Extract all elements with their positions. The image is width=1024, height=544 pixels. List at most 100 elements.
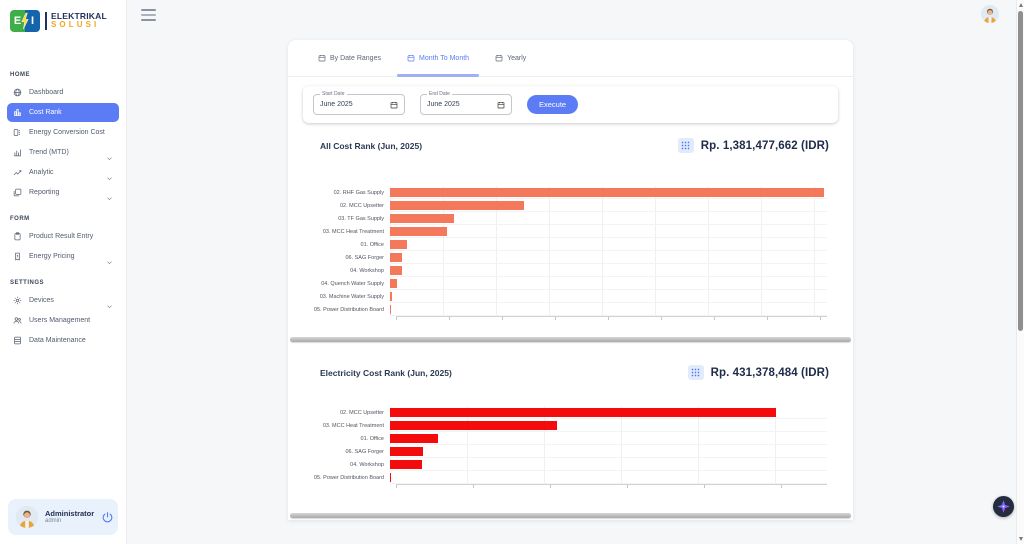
hamburger-menu-icon[interactable] (141, 9, 156, 21)
bar-track (390, 225, 827, 238)
tab-by-date-ranges[interactable]: By Date Ranges (305, 40, 394, 76)
sidebar-item-analytic[interactable]: Analytic (7, 163, 119, 182)
bar-track (390, 432, 827, 445)
bar-track (390, 251, 827, 264)
sidebar-item-cost-rank[interactable]: Cost Rank (7, 103, 119, 122)
chart-row: 06. SAG Forger (303, 251, 827, 264)
bar (390, 188, 824, 197)
user-avatar (16, 506, 38, 528)
calendar-icon[interactable] (390, 101, 398, 109)
bar-track (390, 290, 827, 303)
scroll-up-arrow-icon[interactable] (1019, 3, 1023, 7)
chart-row: 02. RHF Gas Supply (303, 186, 827, 199)
chart-row: 05. Power Distribution Board (303, 471, 827, 484)
chart-row: 03. Machine Water Supply (303, 290, 827, 303)
chevron-down-icon (106, 169, 113, 176)
bar-track (390, 471, 827, 484)
execute-button[interactable]: Execute (527, 95, 578, 114)
category-label: 05. Power Distribution Board (303, 475, 390, 481)
bar-track (390, 186, 827, 199)
ai-assistant-button[interactable] (993, 496, 1014, 517)
logo-line2: SOLUSI (51, 21, 107, 29)
chart-total: Rp. 1,381,477,662 (IDR) (678, 138, 829, 153)
total-amount: Rp. 1,381,477,662 (IDR) (701, 140, 829, 152)
user-name: Administrator (45, 509, 94, 518)
tabbar: By Date Ranges Month To Month Yearly (288, 40, 853, 77)
logo-badge-icon: E I (10, 10, 40, 32)
bar (390, 253, 402, 262)
category-label: 03. MCC Heat Treatment (303, 229, 390, 235)
app-logo: E I ELEKTRIKAL SOLUSI (0, 0, 126, 38)
all-cost-rank-section: All Cost Rank (Jun, 2025) Rp. 1,381,477,… (288, 138, 853, 320)
chart-total: Rp. 431,378,484 (IDR) (688, 365, 829, 380)
scroll-down-arrow-icon[interactable] (1019, 537, 1023, 541)
tab-yearly[interactable]: Yearly (482, 40, 539, 76)
category-label: 06. SAG Forger (303, 255, 390, 261)
chart-row: 04. Workshop (303, 458, 827, 471)
sidebar-item-devices[interactable]: Devices (7, 291, 119, 310)
category-label: 04. Quench Water Supply (303, 281, 390, 287)
topbar-avatar[interactable] (981, 5, 999, 23)
chevron-down-icon (106, 253, 113, 260)
end-date-field[interactable]: End Date June 2025 (420, 94, 512, 115)
sidebar-item-dashboard[interactable]: Dashboard (7, 83, 119, 102)
category-label: 03. Machine Water Supply (303, 294, 390, 300)
start-date-value: June 2025 (320, 101, 353, 108)
user-card[interactable]: Administrator admin (8, 499, 118, 535)
chart-row: 06. SAG Forger (303, 445, 827, 458)
start-date-field[interactable]: Start Date June 2025 (313, 94, 405, 115)
category-label: 02. MCC Upsetter (303, 203, 390, 209)
sidebar: E I ELEKTRIKAL SOLUSI HOME Dashboard Cos… (0, 0, 127, 544)
pricing-icon (13, 252, 22, 261)
logo-text: ELEKTRIKAL SOLUSI (45, 12, 107, 29)
chart-title: All Cost Rank (Jun, 2025) (320, 141, 422, 151)
category-label: 06. SAG Forger (303, 449, 390, 455)
sidebar-item-data-maintenance[interactable]: Data Maintenance (7, 331, 119, 350)
lightning-bolt-icon (21, 12, 29, 30)
apps-grid-icon[interactable] (688, 365, 704, 380)
chart-row: 05. Power Distribution Board (303, 303, 827, 316)
category-label: 02. MCC Upsetter (303, 410, 390, 416)
content-card: By Date Ranges Month To Month Yearly Sta… (288, 40, 853, 520)
horizontal-scrollbar[interactable] (290, 513, 851, 518)
vertical-scrollbar[interactable] (1016, 0, 1024, 544)
sidebar-item-product-result-entry[interactable]: Product Result Entry (7, 227, 119, 246)
category-label: 01. Office (303, 436, 390, 442)
bar (390, 473, 391, 482)
category-label: 04. Workshop (303, 268, 390, 274)
horizontal-scrollbar[interactable] (290, 337, 851, 342)
bar (390, 227, 447, 236)
sidebar-item-users-management[interactable]: Users Management (7, 311, 119, 330)
category-label: 03. MCC Heat Treatment (303, 423, 390, 429)
apps-grid-icon[interactable] (678, 138, 694, 153)
calendar-icon[interactable] (497, 101, 505, 109)
sidebar-item-reporting[interactable]: Reporting (7, 183, 119, 202)
section-header-form: FORM (0, 208, 126, 226)
sidebar-item-trend-mtd[interactable]: Trend (MTD) (7, 143, 119, 162)
chart-row: 03. TF Gas Supply (303, 212, 827, 225)
power-icon[interactable] (101, 511, 114, 524)
bar-track (390, 199, 827, 212)
category-label: 02. RHF Gas Supply (303, 190, 390, 196)
gear-icon (13, 296, 22, 305)
clipboard-icon (13, 232, 22, 241)
category-label: 04. Workshop (303, 462, 390, 468)
calendar-icon (407, 54, 415, 62)
trend-chart-icon (13, 148, 22, 157)
chart-row: 02. MCC Upsetter (303, 199, 827, 212)
bar (390, 434, 438, 443)
chevron-down-icon (106, 297, 113, 304)
bar-track (390, 238, 827, 251)
section-header-settings: SETTINGS (0, 272, 126, 290)
x-axis (396, 316, 827, 320)
sidebar-item-energy-conversion-cost[interactable]: Energy Conversion Cost (7, 123, 119, 142)
category-label: 01. Office (303, 242, 390, 248)
sidebar-item-energy-pricing[interactable]: Energy Pricing (7, 247, 119, 266)
analytic-line-chart-icon (13, 168, 22, 177)
calendar-icon (318, 54, 326, 62)
tab-month-to-month[interactable]: Month To Month (394, 40, 482, 76)
user-meta: Administrator admin (45, 509, 94, 526)
x-axis (396, 484, 827, 488)
globe-icon (13, 88, 22, 97)
scrollbar-thumb[interactable] (1018, 11, 1023, 331)
